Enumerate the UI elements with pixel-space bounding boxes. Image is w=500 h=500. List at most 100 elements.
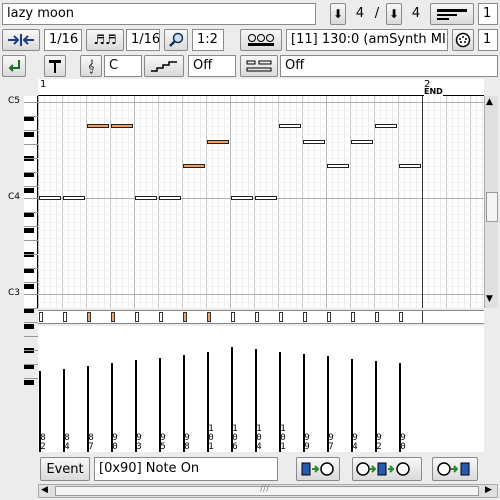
track-field[interactable]: [11] 130:0 (amSynth MIDI I [286, 29, 448, 51]
piano-black-key[interactable] [24, 380, 34, 385]
piano-keyboard[interactable] [24, 96, 38, 385]
sequence-menu-button[interactable] [430, 3, 474, 25]
event-marker-14[interactable] [375, 312, 379, 322]
roll-vertical-scrollbar[interactable]: ▲ ▼ [484, 96, 498, 308]
velocity-label-11: 99 [304, 434, 310, 452]
event-marker-6[interactable] [183, 312, 187, 322]
back-button[interactable] [2, 55, 26, 77]
note-14[interactable] [375, 124, 397, 128]
grid-vertical-line [476, 96, 477, 308]
channel-button[interactable] [452, 29, 474, 51]
grid-vertical-line [146, 96, 147, 308]
scroll-up-icon[interactable]: ▲ [486, 97, 493, 107]
velocity-digit: 0 [112, 442, 118, 452]
piano-roll-grid[interactable] [38, 96, 484, 311]
chord-button[interactable] [240, 55, 278, 77]
piano-black-key[interactable] [24, 324, 34, 329]
chord-field[interactable]: Off [280, 55, 498, 77]
event-marker-8[interactable] [231, 312, 235, 322]
event-marker-7[interactable] [207, 312, 211, 322]
note-8[interactable] [231, 196, 253, 200]
snap-toggle-button[interactable] [2, 29, 40, 51]
note-2[interactable] [87, 124, 109, 128]
note-length-button[interactable]: ♬♬ [86, 29, 124, 51]
piano-black-key[interactable] [24, 132, 34, 137]
note-15[interactable] [399, 164, 421, 168]
velocity-lane[interactable]: 828487909395981011061041019997949290 [38, 326, 484, 452]
event-marker-13[interactable] [351, 312, 355, 322]
horizontal-scrollbar[interactable]: ◀ /// ▶ [38, 484, 498, 498]
grid-vertical-line [458, 96, 459, 308]
velocity-digit: 3 [136, 442, 142, 452]
event-marker-9[interactable] [255, 312, 259, 322]
note-1[interactable] [63, 196, 85, 200]
grid-vertical-line [188, 96, 189, 308]
event-marker-10[interactable] [279, 312, 283, 322]
note-13[interactable] [351, 140, 373, 144]
key-note-icon: 𝄞 [87, 58, 95, 73]
note-9[interactable] [255, 196, 277, 200]
note-6[interactable] [183, 164, 205, 168]
event-type-button[interactable]: Event [40, 457, 90, 481]
note-11[interactable] [303, 140, 325, 144]
event-marker-5[interactable] [159, 312, 163, 322]
velocity-label-14: 92 [376, 434, 382, 452]
time-ruler[interactable]: 1 2 END [38, 79, 484, 96]
piano-black-key[interactable] [24, 188, 34, 193]
scale-button[interactable] [144, 55, 184, 77]
scroll-right-icon[interactable]: ▶ [485, 485, 492, 495]
scroll-down-icon[interactable]: ▼ [486, 294, 493, 304]
event-marker-0[interactable] [39, 312, 43, 322]
channel-field[interactable]: 1 [478, 29, 498, 51]
note-12[interactable] [327, 164, 349, 168]
note-4[interactable] [135, 196, 157, 200]
event-marker-4[interactable] [135, 312, 139, 322]
grid-vertical-line [314, 96, 315, 308]
key-button[interactable]: 𝄞 [80, 55, 102, 77]
zoom-value-field[interactable]: 1:2 [192, 29, 224, 51]
grid-vertical-line [356, 96, 357, 308]
input-midi-button[interactable] [296, 457, 340, 481]
notes-icon: ♬♬ [93, 32, 117, 48]
event-marker-2[interactable] [87, 312, 91, 322]
event-value-field[interactable]: [0x90] Note On [94, 457, 278, 481]
tools-button[interactable] [44, 55, 66, 77]
grid-vertical-line [158, 96, 159, 308]
piano-white-key-divider [24, 282, 38, 283]
event-marker-12[interactable] [327, 312, 331, 322]
grid-horizontal-line [38, 158, 484, 159]
velocity-digit: 4 [256, 442, 262, 452]
note-7[interactable] [207, 140, 229, 144]
event-marker-11[interactable] [303, 312, 307, 322]
event-marker-1[interactable] [63, 312, 67, 322]
event-marker-3[interactable] [111, 312, 115, 322]
event-marker-strip[interactable] [38, 310, 484, 324]
piano-black-key[interactable] [24, 228, 34, 233]
note-length-field[interactable]: 1/16 [126, 29, 160, 51]
hscroll-thumb[interactable]: /// [55, 484, 479, 496]
scroll-left-icon[interactable]: ◀ [41, 485, 48, 495]
piano-black-key[interactable] [24, 284, 34, 289]
note-3[interactable] [111, 124, 133, 128]
output-midi-button[interactable] [432, 457, 478, 481]
grid-vertical-line [464, 96, 465, 308]
time-sig-den-dropdown[interactable]: ⬇ [386, 3, 402, 25]
note-0[interactable] [39, 196, 61, 200]
snap-value-field[interactable]: 1/16 [44, 29, 82, 51]
midi-to-box-icon [437, 462, 470, 476]
note-5[interactable] [159, 196, 181, 200]
time-sig-num-dropdown[interactable]: ⬇ [330, 3, 346, 25]
track-select-button[interactable] [240, 29, 282, 51]
thru-midi-button[interactable] [352, 457, 422, 481]
song-name-field[interactable]: lazy moon [2, 3, 316, 25]
instance-number-field[interactable]: 1 [478, 3, 498, 25]
scale-field[interactable]: Off [188, 55, 236, 77]
note-10[interactable] [279, 124, 301, 128]
event-marker-15[interactable] [399, 312, 403, 322]
key-field[interactable]: C [104, 55, 142, 77]
roll-vscroll-thumb[interactable] [486, 192, 498, 222]
grid-vertical-line [152, 96, 153, 308]
zoom-button[interactable] [164, 29, 188, 51]
grid-vertical-line [326, 96, 327, 308]
grid-vertical-line [482, 96, 483, 308]
